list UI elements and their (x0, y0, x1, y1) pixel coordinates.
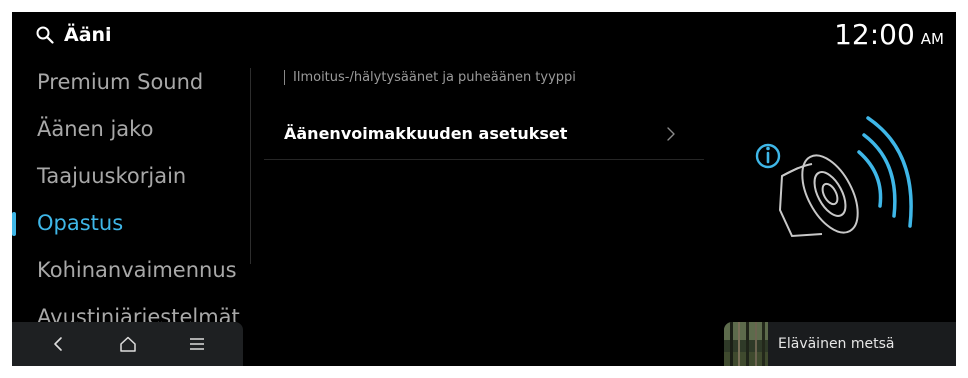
search-icon[interactable] (36, 26, 54, 44)
section-header: Ilmoitus-/hälytysäänet ja puheäänen tyyp… (284, 70, 576, 85)
forest-thumbnail (724, 322, 768, 366)
bottom-nav (12, 322, 243, 366)
back-button[interactable] (41, 326, 77, 362)
home-button[interactable] (110, 326, 146, 362)
sidebar-item-avustinjarjestelmat[interactable]: Avustinjärjestelmät (12, 297, 244, 322)
info-icon (755, 143, 781, 169)
sound-waves-icon (857, 116, 913, 228)
screen: Ääni 12:00 AM Premium Sound Äänen jako T… (12, 12, 956, 366)
sidebar-scrollbar[interactable] (250, 68, 251, 264)
sidebar-item-premium-sound[interactable]: Premium Sound (12, 62, 244, 102)
home-icon (119, 336, 136, 352)
sidebar-item-aanen-jako[interactable]: Äänen jako (12, 109, 244, 149)
menu-button[interactable] (179, 326, 215, 362)
media-title: Eläväinen metsä (778, 336, 895, 352)
sidebar-item-opastus[interactable]: Opastus (12, 203, 244, 243)
page-title: Ääni (64, 24, 112, 46)
clock: 12:00 AM (834, 18, 944, 51)
media-widget[interactable]: Eläväinen metsä (724, 322, 956, 366)
clock-ampm: AM (920, 30, 944, 48)
sidebar: Premium Sound Äänen jako Taajuuskorjain … (12, 62, 250, 322)
list-item-label: Äänenvoimakkuuden asetukset (284, 124, 568, 143)
section-title: Ilmoitus-/hälytysäänet ja puheäänen tyyp… (293, 70, 576, 85)
sound-illustration (755, 116, 913, 238)
section-divider (284, 70, 285, 85)
speaker-icon (778, 154, 859, 238)
list-item-volume-settings[interactable]: Äänenvoimakkuuden asetukset (264, 108, 704, 160)
chevron-left-icon (53, 337, 62, 351)
chevron-right-icon (667, 126, 675, 141)
sidebar-item-taajuuskorjain[interactable]: Taajuuskorjain (12, 156, 244, 196)
header-search[interactable]: Ääni (36, 24, 112, 46)
clock-time: 12:00 (834, 18, 915, 51)
menu-icon (189, 338, 204, 350)
sidebar-item-kohinanvaimennus[interactable]: Kohinanvaimennus (12, 250, 244, 290)
